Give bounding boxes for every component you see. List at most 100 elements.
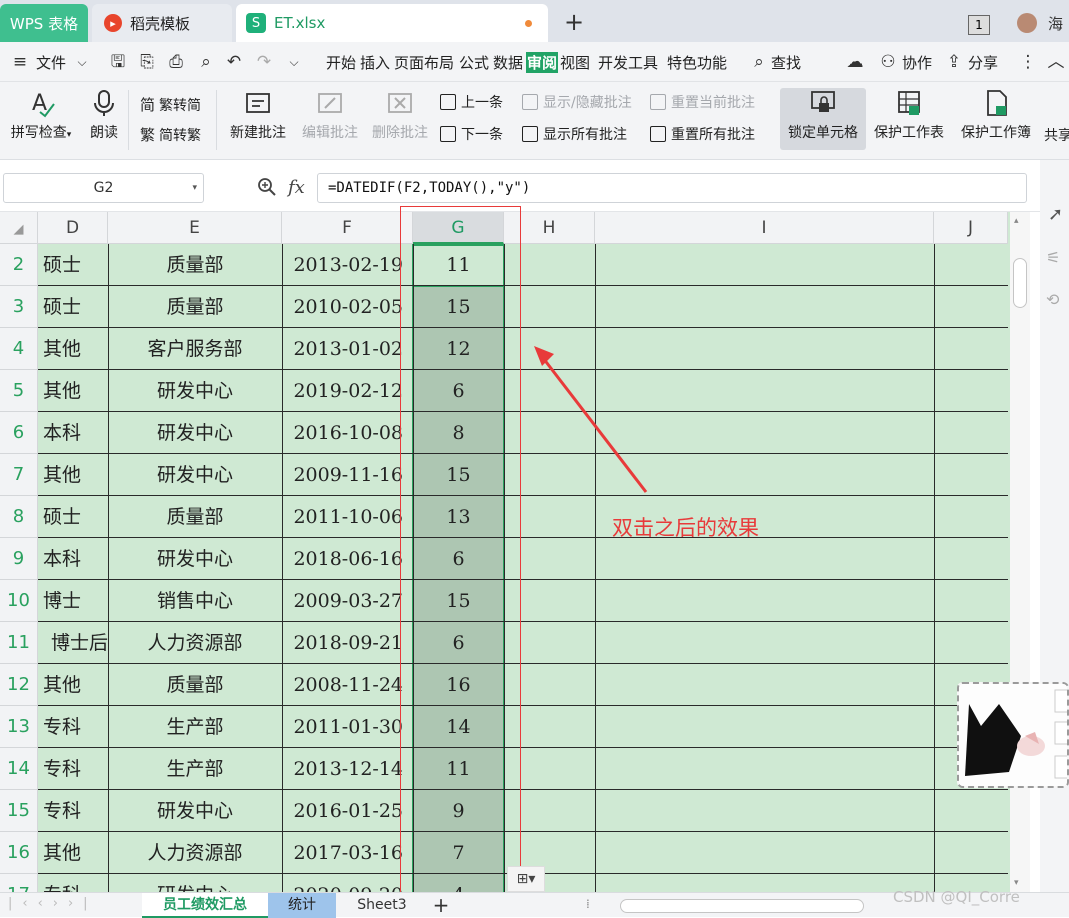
cell-d[interactable]: 专科 [38,706,108,748]
menu-formula[interactable]: 公式 [459,52,489,73]
row-header[interactable]: 17 [0,874,38,892]
menu-collab[interactable]: 协作 [902,52,932,73]
column-header-d[interactable]: D [38,212,108,244]
menu-features[interactable]: 特色功能 [667,52,727,73]
search-icon[interactable]: ⌕ [749,52,769,72]
row-header[interactable]: 12 [0,664,38,706]
edit-comment-button[interactable]: 编辑批注 [298,88,362,142]
cell-d[interactable]: 博士后 [38,622,108,664]
protect-sheet-button[interactable]: 保护工作表 [870,88,948,142]
cell-e[interactable]: 研发中心 [108,370,282,412]
lock-cell-button[interactable]: 锁定单元格 [784,88,862,142]
splitter-icon[interactable]: ⁞ [586,897,590,911]
reset-all-comments-button[interactable]: 重置所有批注 [650,124,755,144]
cell-e[interactable]: 研发中心 [108,874,282,892]
cell-d[interactable]: 本科 [38,412,108,454]
column-header-i[interactable]: I [595,212,934,244]
cursor-select-icon[interactable]: ➚ [1048,204,1063,225]
collab-icon[interactable]: ⚇ [878,52,898,72]
trad-to-simp-button[interactable]: 简繁转简 [140,94,201,115]
menu-insert[interactable]: 插入 [360,52,390,73]
settings-sliders-icon[interactable]: ⚟ [1046,248,1060,267]
more-icon[interactable]: ⋮ [1018,52,1038,72]
row-header[interactable]: 11 [0,622,38,664]
cell-f[interactable]: 2009-03-27 [282,580,403,622]
cell-e[interactable]: 研发中心 [108,790,282,832]
cell-f[interactable]: 2010-02-05 [282,286,403,328]
row-header[interactable]: 10 [0,580,38,622]
cell-e[interactable]: 研发中心 [108,412,282,454]
cell-d[interactable]: 本科 [38,538,108,580]
protect-workbook-button[interactable]: 保护工作簿 [956,88,1036,142]
cell-d[interactable]: 其他 [38,328,108,370]
vertical-scrollbar[interactable]: ▴ ▾ [1010,212,1030,892]
menu-data[interactable]: 数据 [493,52,523,73]
cell-e[interactable]: 客户服务部 [108,328,282,370]
cell-e[interactable]: 质量部 [108,286,282,328]
row-header[interactable]: 13 [0,706,38,748]
floating-image-panel[interactable] [957,682,1069,788]
cell-e[interactable]: 研发中心 [108,454,282,496]
column-header-j[interactable]: J [934,212,1008,244]
collapse-ribbon-icon[interactable]: ︿ [1046,52,1066,72]
cloud-sync-icon[interactable]: ☁ [845,52,865,72]
row-header[interactable]: 5 [0,370,38,412]
cell-f[interactable]: 2018-09-21 [282,622,403,664]
sheet-tab-performance[interactable]: 员工绩效汇总 [142,893,268,918]
row-header[interactable]: 6 [0,412,38,454]
cell-f[interactable]: 2013-12-14 [282,748,403,790]
avatar[interactable] [1017,13,1037,33]
row-header[interactable]: 4 [0,328,38,370]
read-aloud-button[interactable]: 朗读 [84,88,124,142]
chevron-down-icon[interactable]: ⌵ [72,52,92,72]
row-header[interactable]: 3 [0,286,38,328]
cell-f[interactable]: 2016-10-08 [282,412,403,454]
cell-d[interactable]: 硕士 [38,244,108,286]
scroll-up-icon[interactable]: ▴ [1014,216,1019,226]
share-icon[interactable]: ⇪ [944,52,964,72]
window-count-badge[interactable]: 1 [968,15,990,35]
menu-start[interactable]: 开始 [326,52,356,73]
cell-d[interactable]: 其他 [38,370,108,412]
cell-f[interactable]: 2011-10-06 [282,496,403,538]
autofill-options-icon[interactable]: ⊞▾ [507,866,545,892]
print-preview-icon[interactable]: ⌕ [196,52,216,72]
cell-e[interactable]: 质量部 [108,664,282,706]
cell-d[interactable]: 专科 [38,748,108,790]
quick-access-dropdown-icon[interactable]: ⌵ [284,52,304,72]
cell-f[interactable]: 2020-09-20 [282,874,403,892]
scrollbar-thumb[interactable] [1013,258,1027,308]
row-header[interactable]: 16 [0,832,38,874]
print-icon[interactable]: ⎙ [166,52,186,72]
cell-f[interactable]: 2013-02-19 [282,244,403,286]
name-box[interactable]: G2 ▾ [3,173,204,203]
prev-comment-button[interactable]: 上一条 [440,92,503,112]
cell-f[interactable]: 2011-01-30 [282,706,403,748]
cell-f[interactable]: 2016-01-25 [282,790,403,832]
cell-d[interactable]: 其他 [38,664,108,706]
cell-d[interactable]: 其他 [38,454,108,496]
cell-e[interactable]: 质量部 [108,496,282,538]
cell-e[interactable]: 生产部 [108,706,282,748]
menu-search[interactable]: 查找 [771,52,801,73]
export-icon[interactable]: ⎘ [137,52,157,72]
row-header[interactable]: 2 [0,244,38,286]
cell-d[interactable]: 硕士 [38,496,108,538]
select-all-corner[interactable]: ◢ [0,212,38,244]
menu-file[interactable]: 文件 [36,52,66,73]
row-header[interactable]: 14 [0,748,38,790]
undo-icon[interactable]: ↶ [224,52,244,72]
cell-e[interactable]: 人力资源部 [108,832,282,874]
cell-f[interactable]: 2019-02-12 [282,370,403,412]
column-header-e[interactable]: E [108,212,282,244]
save-icon[interactable]: 🖫 [108,52,128,72]
cell-e[interactable]: 质量部 [108,244,282,286]
cell-e[interactable]: 生产部 [108,748,282,790]
spellcheck-button[interactable]: A 拼写检查▾ [6,88,76,142]
cell-f[interactable]: 2013-01-02 [282,328,403,370]
cell-f[interactable]: 2009-11-16 [282,454,403,496]
cell-e[interactable]: 研发中心 [108,538,282,580]
tab-et-xlsx[interactable]: S ET.xlsx [236,4,548,42]
simp-to-trad-button[interactable]: 繁简转繁 [140,124,201,145]
sheet-tab-sheet3[interactable]: Sheet3 [344,893,420,918]
